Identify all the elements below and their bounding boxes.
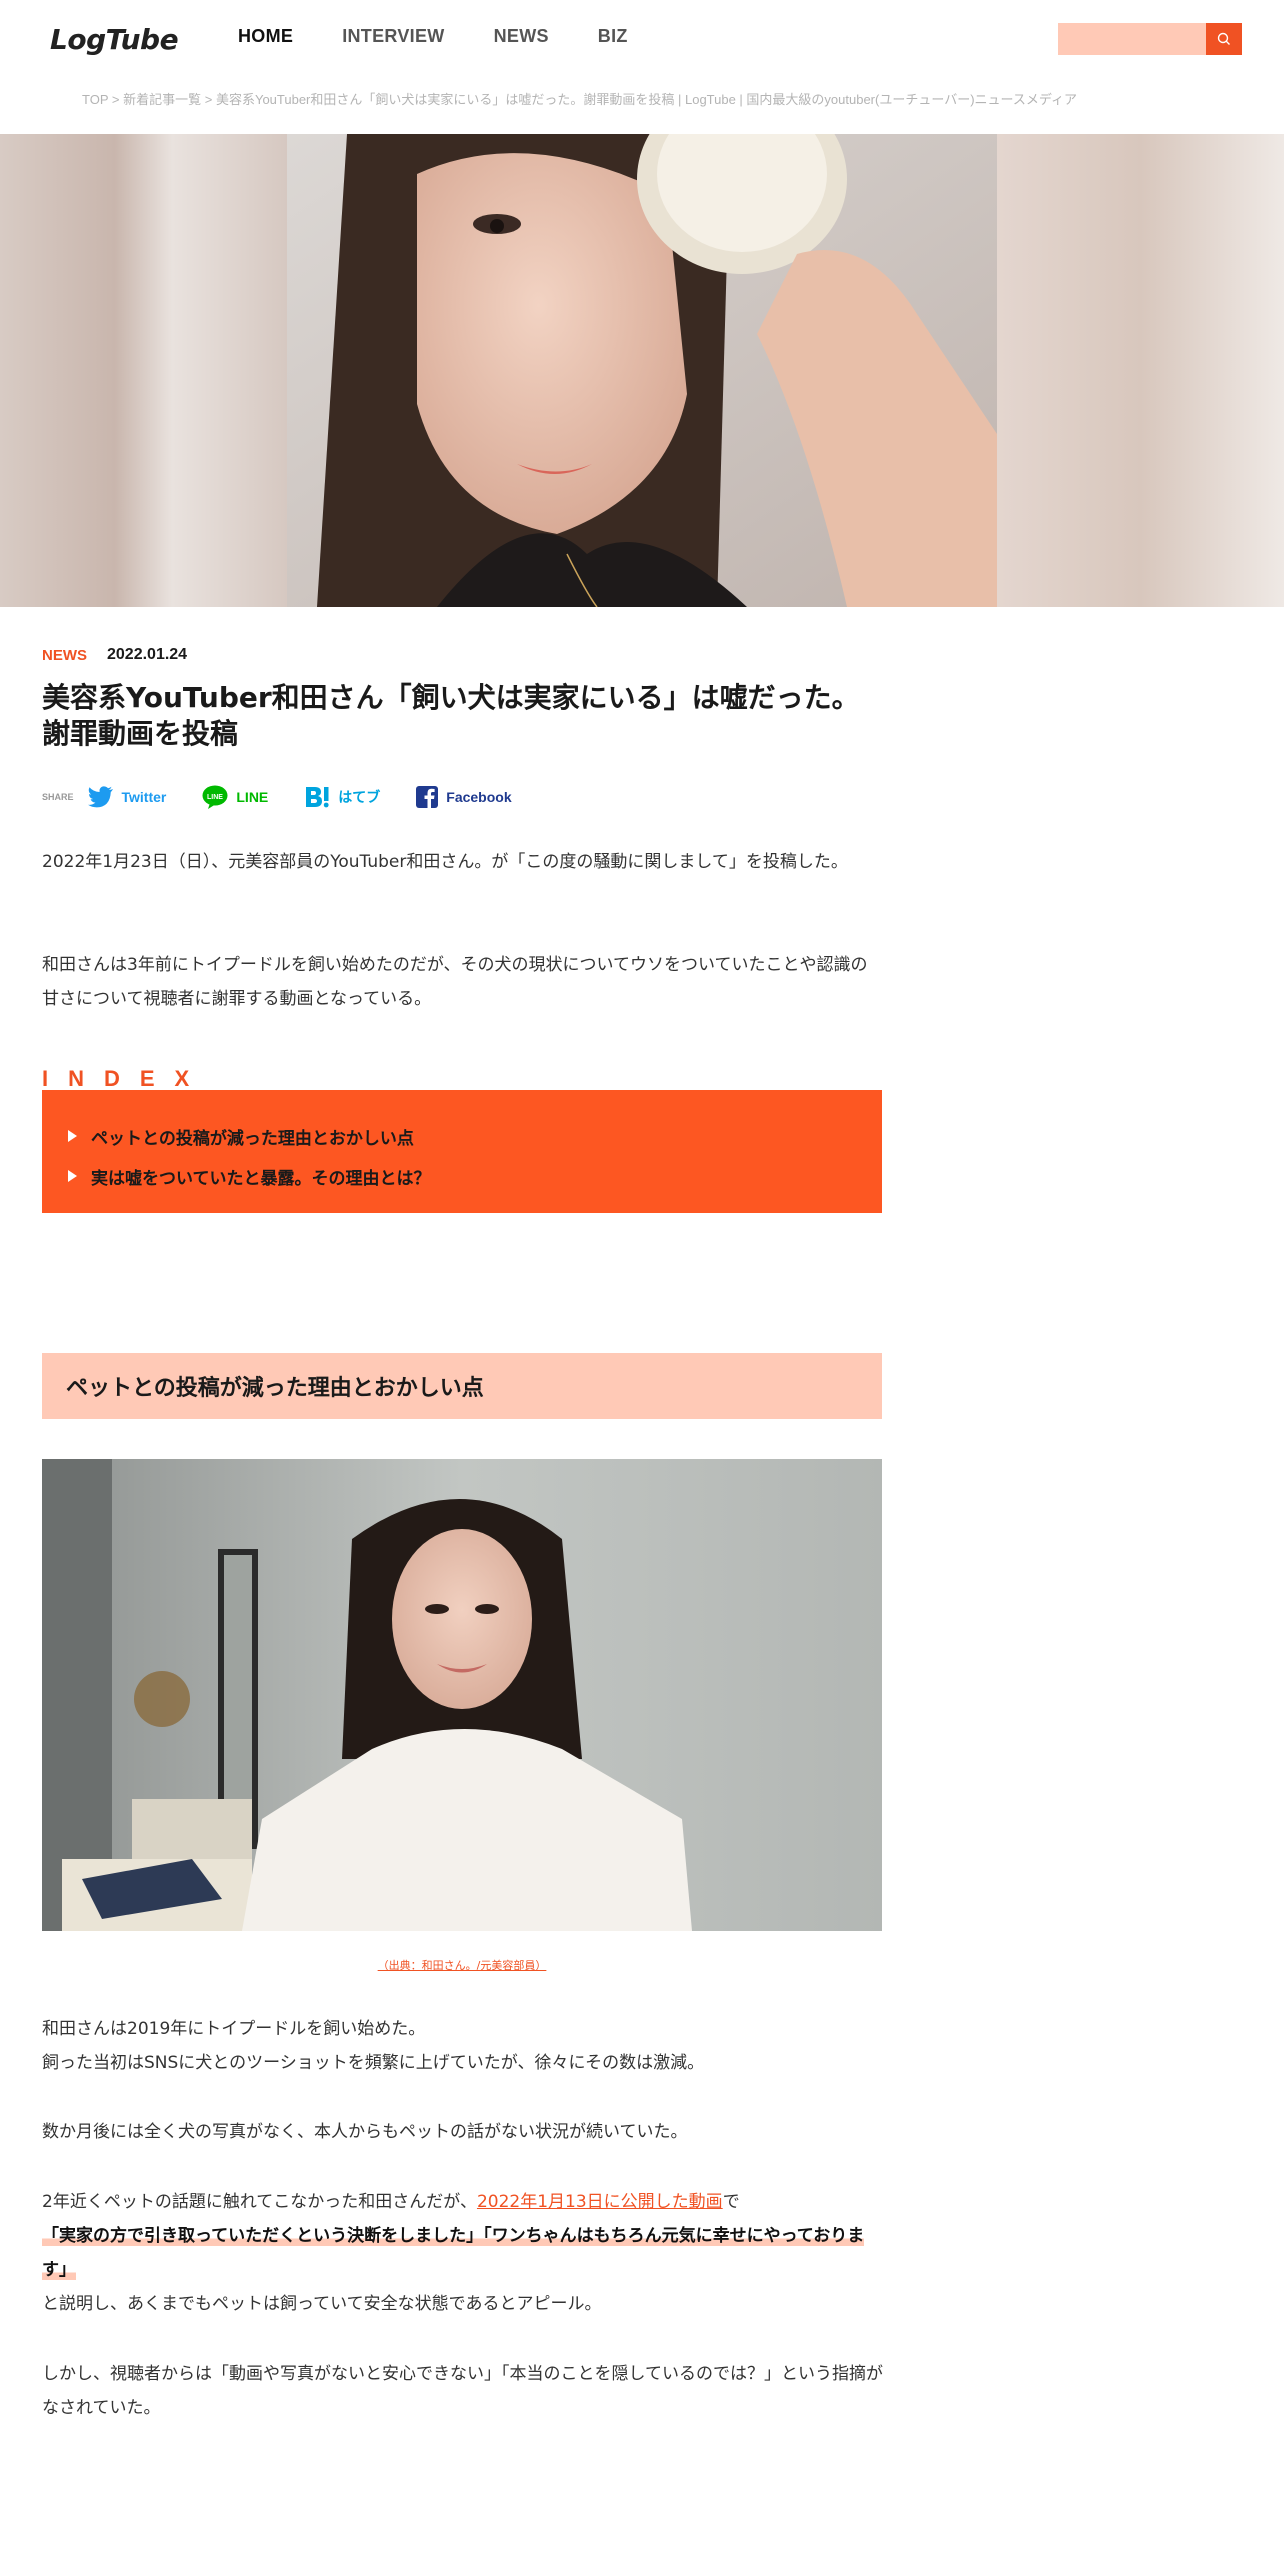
share-hatena-button[interactable]: はてブ	[304, 785, 380, 809]
triangle-bullet-icon	[68, 1170, 77, 1182]
hatena-bookmark-icon	[306, 787, 329, 808]
hero-photo-illustration	[287, 134, 997, 607]
article-title: 美容系YouTuber和田さん「飼い犬は実家にいる」は嘘だった。謝罪動画を投稿	[42, 681, 860, 750]
nav-news[interactable]: NEWS	[494, 26, 549, 47]
index-label: INDEX	[42, 1066, 210, 1091]
category-label[interactable]: NEWS	[42, 647, 87, 664]
logo-link[interactable]: LogTube	[42, 18, 179, 60]
toc-item[interactable]: 実は嘘をついていたと暴露。その理由とは？	[68, 1156, 882, 1196]
section-paragraph-4: しかし、視聴者からは「動画や写真がないと安心できない」「本当のことを隠しているの…	[42, 2364, 883, 2418]
section-paragraph-1-line-1: 和田さんは2019年にトイプードルを飼い始めた。	[42, 2019, 426, 2039]
section-paragraph-3-prefix: 2年近くペットの話題に触れてこなかった和田さんだが、	[42, 2192, 477, 2212]
main-nav: HOME INTERVIEW NEWS BIZ	[238, 26, 677, 47]
nav-interview[interactable]: INTERVIEW	[342, 26, 444, 47]
hero-photo	[287, 134, 997, 607]
site-header: LogTube HOME INTERVIEW NEWS BIZ	[0, 0, 1284, 76]
highlighted-quote: 「実家の方で引き取っていただくという決断をしました」「ワンちゃんはもちろん元気に…	[42, 2226, 865, 2280]
search-button[interactable]	[1206, 23, 1242, 55]
share-twitter-label: Twitter	[121, 789, 167, 805]
nav-home[interactable]: HOME	[238, 26, 293, 47]
section-heading: ペットとの投稿が減った理由とおかしい点	[66, 1376, 484, 1401]
share-bar: SHARE Twitter LINE LINE はてブ Facebook	[42, 782, 548, 812]
breadcrumb-news-list[interactable]: 新着記事一覧	[123, 92, 201, 107]
toc-item[interactable]: ペットとの投稿が減った理由とおかしい点	[68, 1116, 882, 1156]
section-paragraph-3-end: と説明し、あくまでもペットは飼っていて安全な状態であるとアピール。	[42, 2294, 602, 2314]
section-paragraph-2: 数か月後には全く犬の写真がなく、本人からもペットの話がない状況が続いていた。	[42, 2122, 688, 2142]
search-icon	[1217, 32, 1230, 45]
share-twitter-button[interactable]: Twitter	[87, 786, 167, 808]
publish-date: 2022.01.24	[107, 646, 188, 663]
hero-blur-left	[0, 134, 287, 607]
share-hatena-label: はてブ	[338, 789, 381, 805]
search-box	[1058, 23, 1242, 55]
search-input[interactable]	[1058, 23, 1206, 55]
toc-item-label: 実は嘘をついていたと暴露。その理由とは？	[91, 1168, 431, 1189]
article-meta: NEWS 2022.01.24	[42, 646, 187, 664]
share-line-button[interactable]: LINE LINE	[202, 785, 268, 809]
photo-caption[interactable]: （出典：和田さん。/元美容部員）	[42, 1957, 882, 1973]
breadcrumb: TOP > 新着記事一覧 > 美容系YouTuber和田さん「飼い犬は実家にいる…	[82, 89, 1077, 108]
breadcrumb-separator: >	[204, 92, 213, 107]
section-photo-illustration	[42, 1459, 882, 1931]
section-heading-box: ペットとの投稿が減った理由とおかしい点	[42, 1353, 882, 1419]
hero-blur-right	[997, 134, 1284, 607]
section-paragraph-1: 和田さんは2019年にトイプードルを飼い始めた。 飼った当初はSNSに犬とのツー…	[42, 2012, 884, 2080]
toc-item-label: ペットとの投稿が減った理由とおかしい点	[91, 1128, 414, 1149]
section-paragraph-1-line-2: 飼った当初はSNSに犬とのツーショットを頻繁に上げていたが、徐々にその数は激減。	[42, 2053, 705, 2073]
facebook-icon	[416, 786, 439, 808]
breadcrumb-current: 美容系YouTuber和田さん「飼い犬は実家にいる」は嘘だった。謝罪動画を投稿 …	[215, 92, 1077, 107]
breadcrumb-separator: >	[111, 92, 120, 107]
intro-paragraph-2: 和田さんは3年前にトイプードルを飼い始めたのだが、その犬の現状についてウソをつい…	[42, 955, 868, 1009]
twitter-icon	[87, 786, 113, 808]
section-paragraph-3-suffix: で	[722, 2192, 740, 2212]
video-link[interactable]: 2022年1月13日に公開した動画	[477, 2192, 723, 2212]
share-label: SHARE	[42, 792, 74, 802]
share-facebook-label: Facebook	[446, 789, 512, 805]
breadcrumb-top[interactable]: TOP	[82, 92, 108, 107]
share-facebook-button[interactable]: Facebook	[416, 786, 512, 808]
nav-biz[interactable]: BIZ	[598, 26, 628, 47]
section-paragraph-3: 2年近くペットの話題に触れてこなかった和田さんだが、2022年1月13日に公開し…	[42, 2185, 884, 2321]
hero-image	[0, 134, 1284, 607]
triangle-bullet-icon	[68, 1130, 77, 1142]
intro-paragraph-1: 2022年1月23日（日）、元美容部員のYouTuber和田さん。が「この度の騒…	[42, 852, 848, 872]
section-photo	[42, 1459, 882, 1931]
logo-text: LogTube	[50, 22, 179, 56]
table-of-contents: ペットとの投稿が減った理由とおかしい点 実は嘘をついていたと暴露。その理由とは？	[42, 1090, 882, 1213]
share-line-label: LINE	[236, 789, 269, 805]
svg-text:LINE: LINE	[207, 794, 223, 801]
line-icon: LINE	[202, 785, 228, 809]
